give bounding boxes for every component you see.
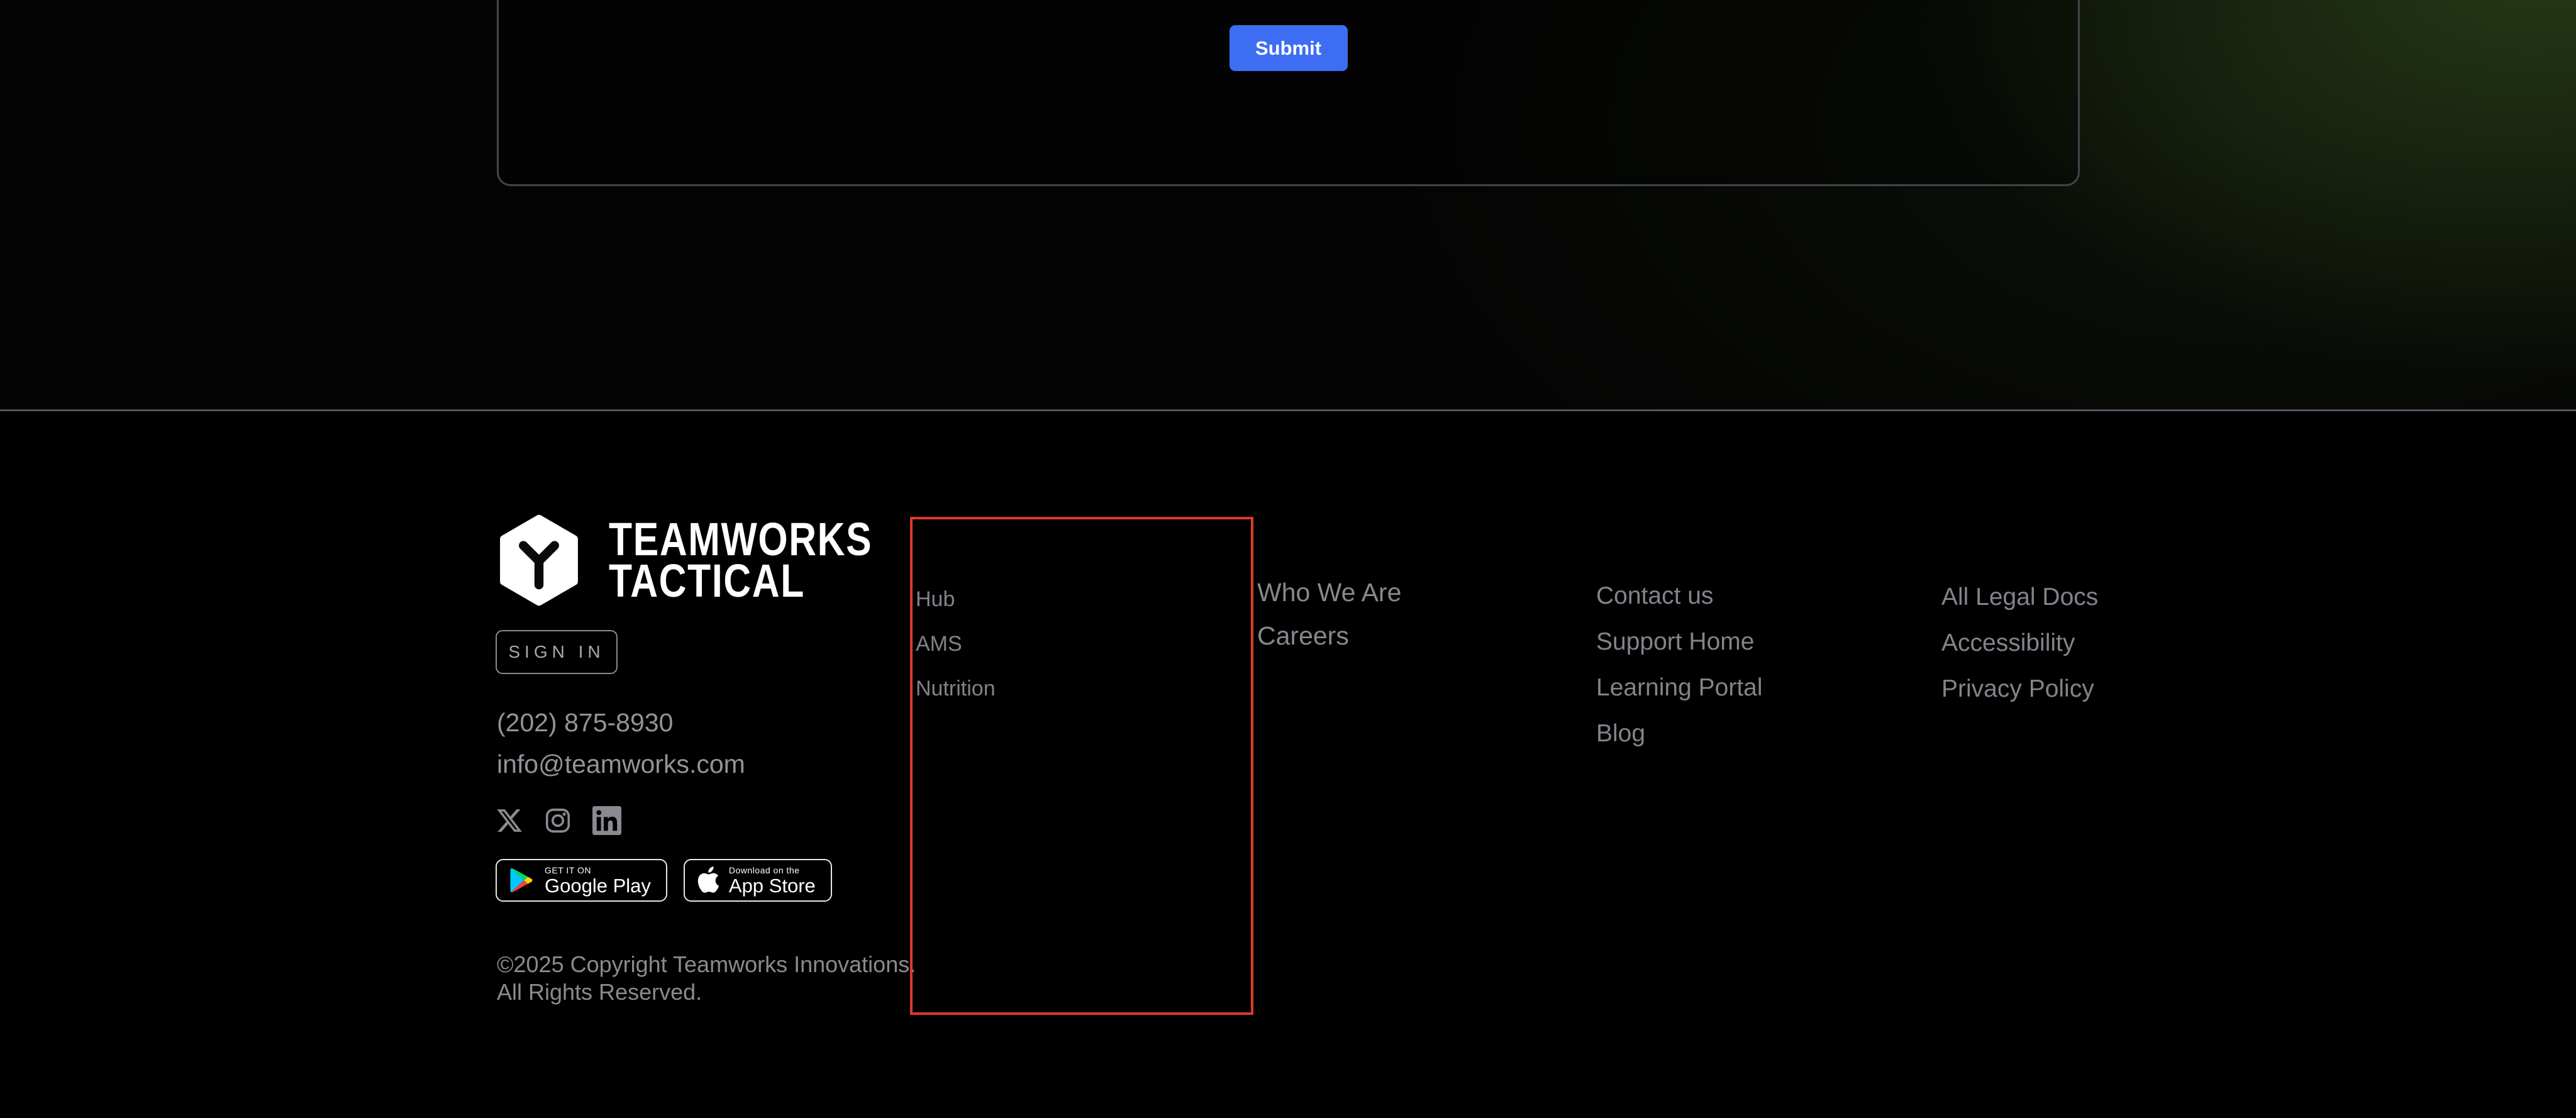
form-section: Submit	[0, 0, 2576, 410]
social-links	[496, 806, 621, 835]
footer-link-ams[interactable]: AMS	[916, 633, 996, 655]
footer-link-support-home[interactable]: Support Home	[1596, 629, 1763, 654]
footer-link-blog[interactable]: Blog	[1596, 721, 1763, 746]
phone-link[interactable]: (202) 875-8930	[497, 708, 673, 738]
footer-link-hub[interactable]: Hub	[916, 589, 996, 610]
google-play-label: Google Play	[545, 875, 651, 896]
footer-column-legal: All Legal Docs Accessibility Privacy Pol…	[1941, 585, 2098, 701]
page: Submit TEAMWORKS TACTICAL	[0, 0, 2576, 1118]
footer-link-contact-us[interactable]: Contact us	[1596, 584, 1763, 608]
footer-link-learning-portal[interactable]: Learning Portal	[1596, 675, 1763, 700]
footer-link-nutrition[interactable]: Nutrition	[916, 678, 996, 699]
x-twitter-icon[interactable]	[496, 807, 523, 834]
app-store-tagline: Download on the	[729, 865, 816, 875]
sign-in-button[interactable]: SIGN IN	[496, 630, 618, 674]
footer-column-products: Hub AMS Nutrition	[916, 589, 996, 699]
brand-logo-link[interactable]: TEAMWORKS TACTICAL	[496, 514, 930, 606]
footer-column-support: Contact us Support Home Learning Portal …	[1596, 584, 1763, 746]
footer-link-accessibility[interactable]: Accessibility	[1941, 631, 2098, 655]
footer-link-privacy-policy[interactable]: Privacy Policy	[1941, 677, 2098, 701]
google-play-icon	[508, 866, 535, 895]
app-store-badge[interactable]: Download on the App Store	[684, 859, 832, 902]
footer: TEAMWORKS TACTICAL SIGN IN (202) 875-893…	[0, 411, 2576, 1118]
copyright: ©2025 Copyright Teamworks Innovations. A…	[497, 951, 916, 1006]
instagram-icon[interactable]	[543, 806, 572, 835]
footer-link-all-legal-docs[interactable]: All Legal Docs	[1941, 585, 2098, 609]
footer-link-careers[interactable]: Careers	[1257, 623, 1401, 649]
google-play-badge[interactable]: GET IT ON Google Play	[496, 859, 667, 902]
email-link[interactable]: info@teamworks.com	[497, 750, 745, 779]
hexagon-y-logo-icon	[496, 514, 582, 606]
linkedin-icon[interactable]	[592, 806, 621, 835]
app-badges: GET IT ON Google Play Download on the Ap…	[496, 859, 832, 902]
footer-link-who-we-are[interactable]: Who We Are	[1257, 580, 1401, 606]
footer-column-company: Who We Are Careers	[1257, 580, 1401, 649]
brand-name: TEAMWORKS TACTICAL	[609, 519, 872, 602]
google-play-tagline: GET IT ON	[545, 865, 651, 875]
apple-icon	[696, 866, 719, 894]
app-store-label: App Store	[729, 875, 816, 896]
form-panel: Submit	[497, 0, 2080, 186]
submit-button[interactable]: Submit	[1230, 25, 1348, 71]
